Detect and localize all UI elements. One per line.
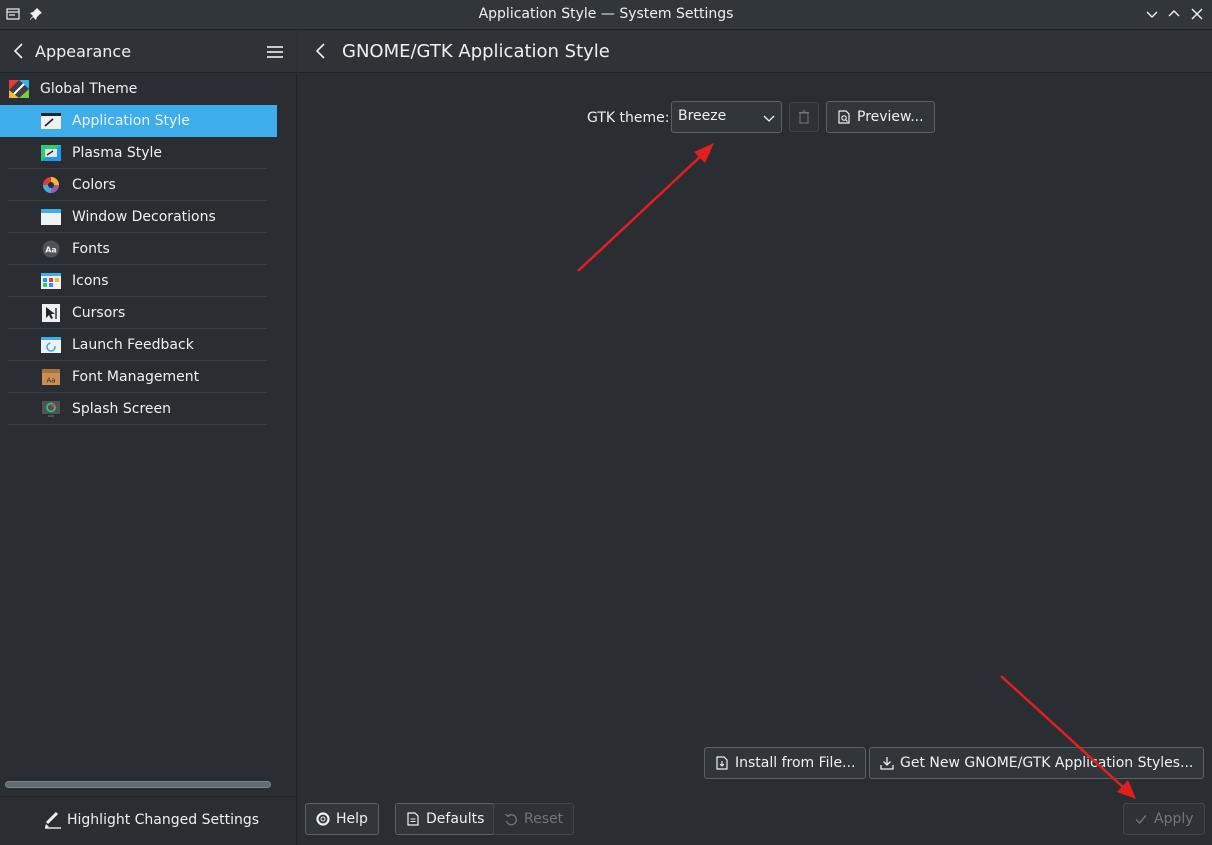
document-defaults-icon	[407, 812, 419, 826]
main-header: GNOME/GTK Application Style	[298, 31, 1212, 73]
highlight-changed-settings-button[interactable]: Highlight Changed Settings	[0, 796, 297, 845]
icons-icon	[41, 273, 61, 289]
window-titlebar: Application Style — System Settings	[0, 0, 1212, 30]
sidebar-item-label: Colors	[72, 177, 116, 193]
gtk-theme-selected-value: Breeze	[678, 108, 727, 124]
defaults-button[interactable]: Defaults	[395, 803, 496, 835]
hamburger-menu-icon[interactable]	[266, 43, 284, 61]
sidebar-item-label: Font Management	[72, 369, 200, 385]
back-arrow-icon[interactable]	[10, 41, 28, 61]
window-title: Application Style — System Settings	[478, 6, 734, 22]
font-management-icon: Aa	[42, 369, 60, 385]
sidebar-item-label: Launch Feedback	[72, 337, 194, 353]
reset-button[interactable]: Reset	[493, 803, 575, 835]
cursors-icon	[42, 304, 60, 322]
fonts-icon: Aa	[42, 240, 60, 258]
sidebar-horizontal-scrollbar[interactable]	[5, 781, 271, 788]
sidebar-item-label: Splash Screen	[72, 401, 171, 417]
help-button-label: Help	[336, 811, 368, 827]
highlighter-icon	[45, 811, 61, 829]
sidebar-item-label: Window Decorations	[72, 209, 216, 225]
sidebar-item-fonts[interactable]: Aa Fonts	[0, 233, 277, 265]
install-from-file-label: Install from File...	[735, 755, 856, 771]
trash-icon	[799, 110, 809, 124]
sidebar-item-window-decorations[interactable]: Window Decorations	[0, 201, 277, 233]
get-new-styles-button[interactable]: Get New GNOME/GTK Application Styles...	[869, 747, 1205, 779]
install-from-file-button[interactable]: Install from File...	[704, 747, 867, 779]
page-title: GNOME/GTK Application Style	[342, 41, 610, 62]
sidebar-item-label: Plasma Style	[72, 145, 163, 161]
splash-screen-icon	[42, 401, 60, 417]
document-preview-icon	[838, 110, 850, 124]
back-arrow-icon[interactable]	[312, 41, 330, 61]
sidebar-item-label: Application Style	[72, 113, 190, 129]
defaults-button-label: Defaults	[426, 811, 485, 827]
sidebar-item-application-style[interactable]: Application Style	[0, 105, 277, 137]
application-style-icon	[41, 113, 61, 129]
help-button[interactable]: Help	[305, 803, 379, 835]
sidebar: Appearance Global Theme Application Styl…	[0, 31, 297, 845]
minimize-icon[interactable]	[1143, 5, 1161, 23]
highlight-changed-settings-label: Highlight Changed Settings	[67, 812, 260, 828]
reset-button-label: Reset	[524, 811, 564, 827]
colors-icon	[43, 177, 59, 193]
sidebar-item-plasma-style[interactable]: Plasma Style	[0, 137, 277, 169]
gtk-theme-label: GTK theme:	[587, 110, 670, 126]
sidebar-item-icons[interactable]: Icons	[0, 265, 277, 297]
sidebar-item-label: Cursors	[72, 305, 126, 321]
help-lifebuoy-icon	[316, 812, 330, 826]
svg-text:Aa: Aa	[45, 246, 57, 255]
get-new-styles-label: Get New GNOME/GTK Application Styles...	[900, 755, 1194, 771]
maximize-icon[interactable]	[1165, 5, 1183, 23]
apply-button-label: Apply	[1154, 811, 1194, 827]
sidebar-item-global-theme[interactable]: Global Theme	[0, 74, 297, 104]
sidebar-item-label: Icons	[72, 273, 109, 289]
preview-button[interactable]: Preview...	[826, 101, 935, 133]
checkmark-icon	[1135, 815, 1147, 825]
global-theme-icon	[9, 80, 29, 98]
main-panel: GNOME/GTK Application Style GTK theme: B…	[298, 31, 1212, 845]
window-decorations-icon	[41, 209, 61, 225]
svg-text:Aa: Aa	[46, 377, 55, 385]
plasma-style-icon	[41, 145, 61, 161]
undo-icon	[505, 813, 517, 826]
sidebar-item-label: Fonts	[72, 241, 110, 257]
sidebar-item-colors[interactable]: Colors	[0, 169, 277, 201]
sidebar-header: Appearance	[0, 31, 297, 73]
sidebar-header-label: Appearance	[35, 42, 132, 61]
chevron-down-icon	[763, 115, 775, 122]
divider	[8, 424, 267, 425]
sidebar-item-launch-feedback[interactable]: Launch Feedback	[0, 329, 277, 361]
sidebar-item-cursors[interactable]: Cursors	[0, 297, 277, 329]
apply-button[interactable]: Apply	[1123, 803, 1205, 835]
launch-feedback-icon	[41, 337, 61, 353]
sidebar-item-font-management[interactable]: Aa Font Management	[0, 361, 277, 393]
preview-button-label: Preview...	[857, 109, 924, 125]
install-file-icon	[716, 756, 728, 770]
sidebar-item-label: Global Theme	[40, 81, 138, 97]
gtk-theme-dropdown[interactable]: Breeze	[671, 101, 782, 133]
download-icon	[880, 757, 894, 770]
delete-theme-button[interactable]	[789, 102, 819, 132]
close-icon[interactable]	[1188, 5, 1206, 23]
sidebar-item-splash-screen[interactable]: Splash Screen	[0, 393, 277, 425]
